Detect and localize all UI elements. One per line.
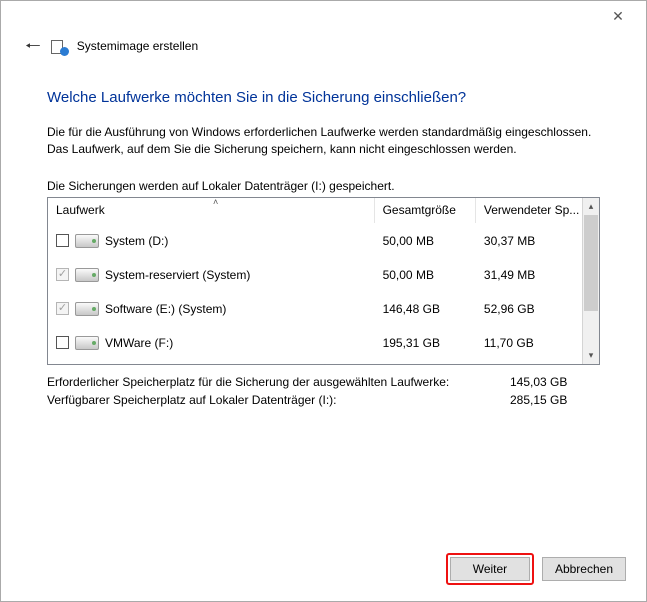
cell-used: 30,37 MB [476,234,582,248]
cell-total: 195,31 GB [375,336,476,350]
cell-drive: ✓ System-reserviert (System) [48,268,375,282]
wizard-window: ✕ 🠐 Systemimage erstellen Welche Laufwer… [0,0,647,602]
app-title: Systemimage erstellen [77,39,198,53]
drive-icon [75,268,99,282]
cell-drive: ✓ Software (E:) (System) [48,302,375,316]
column-header-total[interactable]: Gesamtgröße [375,198,476,223]
column-header-used[interactable]: Verwendeter Sp... [476,198,582,223]
cell-total: 146,48 GB [375,302,476,316]
page-description: Die für die Ausführung von Windows erfor… [47,124,600,159]
drive-icon [75,302,99,316]
drive-checkbox: ✓ [56,268,69,281]
drive-name: Software (E:) (System) [105,302,226,316]
summary: Erforderlicher Speicherplatz für die Sic… [47,373,600,410]
sort-indicator-icon: ˄ [213,198,218,207]
cancel-button[interactable]: Abbrechen [542,557,626,581]
column-header-used-label: Verwendeter Sp... [484,203,579,217]
table-row[interactable]: ✓ System-reserviert (System) 50,00 MB31,49… [48,258,582,292]
scrollbar[interactable]: ▴ ▾ [582,198,599,364]
back-arrow-icon[interactable]: 🠐 [25,37,41,55]
page-heading: Welche Laufwerke möchten Sie in die Sich… [47,89,600,106]
cell-drive: VMWare (F:) [48,336,375,350]
cell-total: 50,00 MB [375,234,476,248]
drive-name: System (D:) [105,234,168,248]
drive-name: VMWare (F:) [105,336,173,350]
content-area: Welche Laufwerke möchten Sie in die Sich… [1,67,646,547]
close-button[interactable]: ✕ [598,2,638,30]
scroll-thumb[interactable] [584,215,598,311]
titlebar: ✕ [1,1,646,31]
header-row: 🠐 Systemimage erstellen [1,31,646,67]
cell-used: 31,49 MB [476,268,582,282]
drive-icon [75,336,99,350]
scroll-down-icon[interactable]: ▾ [583,347,599,364]
cell-used: 52,96 GB [476,302,582,316]
cell-used: 11,70 GB [476,336,582,350]
app-icon [51,38,67,54]
drive-checkbox: ✓ [56,302,69,315]
save-location-text: Die Sicherungen werden auf Lokaler Daten… [47,179,600,193]
drive-name: System-reserviert (System) [105,268,250,282]
scroll-track[interactable] [583,215,599,347]
table-row[interactable]: ✓ Software (E:) (System) 146,48 GB52,96 GB [48,292,582,326]
scroll-up-icon[interactable]: ▴ [583,198,599,215]
summary-required-label: Erforderlicher Speicherplatz für die Sic… [47,373,510,392]
drive-icon [75,234,99,248]
cell-total: 50,00 MB [375,268,476,282]
drive-list: ˄ Laufwerk Gesamtgröße Verwendeter Sp...… [47,197,600,365]
cell-drive: System (D:) [48,234,375,248]
summary-available-value: 285,15 GB [510,391,600,410]
highlight-next: Weiter [446,553,534,585]
table-row[interactable]: VMWare (F:) 195,31 GB11,70 GB [48,326,582,360]
column-header-total-label: Gesamtgröße [383,203,456,217]
drive-checkbox[interactable] [56,336,69,349]
summary-available-label: Verfügbarer Speicherplatz auf Lokaler Da… [47,391,510,410]
drive-checkbox[interactable] [56,234,69,247]
next-button[interactable]: Weiter [450,557,530,581]
column-header-drive-label: Laufwerk [56,203,105,217]
footer: Weiter Abbrechen [1,547,646,601]
column-header-drive[interactable]: Laufwerk [48,198,375,223]
summary-required-value: 145,03 GB [510,373,600,392]
table-row[interactable]: System (D:) 50,00 MB30,37 MB [48,224,582,258]
list-header: ˄ Laufwerk Gesamtgröße Verwendeter Sp... [48,198,582,224]
